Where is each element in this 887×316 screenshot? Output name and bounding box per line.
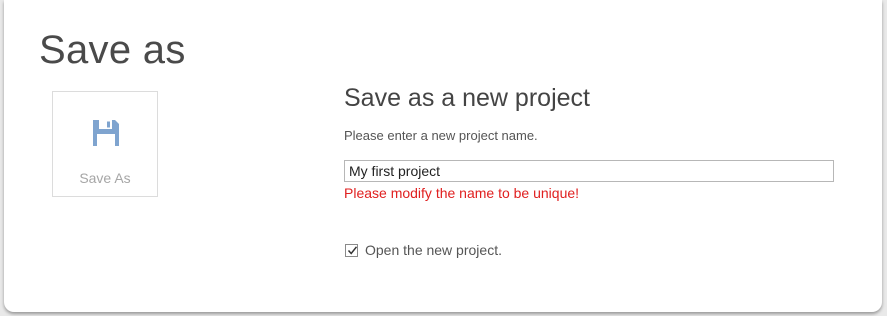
open-new-project-option[interactable]: Open the new project. bbox=[345, 242, 502, 258]
save-as-tile-label: Save As bbox=[79, 170, 131, 186]
open-new-project-checkbox[interactable] bbox=[345, 243, 358, 257]
checkmark-icon bbox=[347, 245, 358, 255]
save-as-tile-button[interactable]: Save As bbox=[52, 91, 158, 197]
save-as-panel: Save as Save As Save as a new project Pl… bbox=[4, 0, 882, 312]
section-heading: Save as a new project bbox=[344, 84, 590, 112]
instruction-text: Please enter a new project name. bbox=[344, 128, 538, 143]
validation-error-message: Please modify the name to be unique! bbox=[344, 185, 580, 201]
page-title: Save as bbox=[39, 28, 186, 72]
open-new-project-label: Open the new project. bbox=[365, 242, 502, 258]
floppy-disk-icon bbox=[91, 118, 121, 148]
project-name-input[interactable] bbox=[344, 160, 834, 182]
